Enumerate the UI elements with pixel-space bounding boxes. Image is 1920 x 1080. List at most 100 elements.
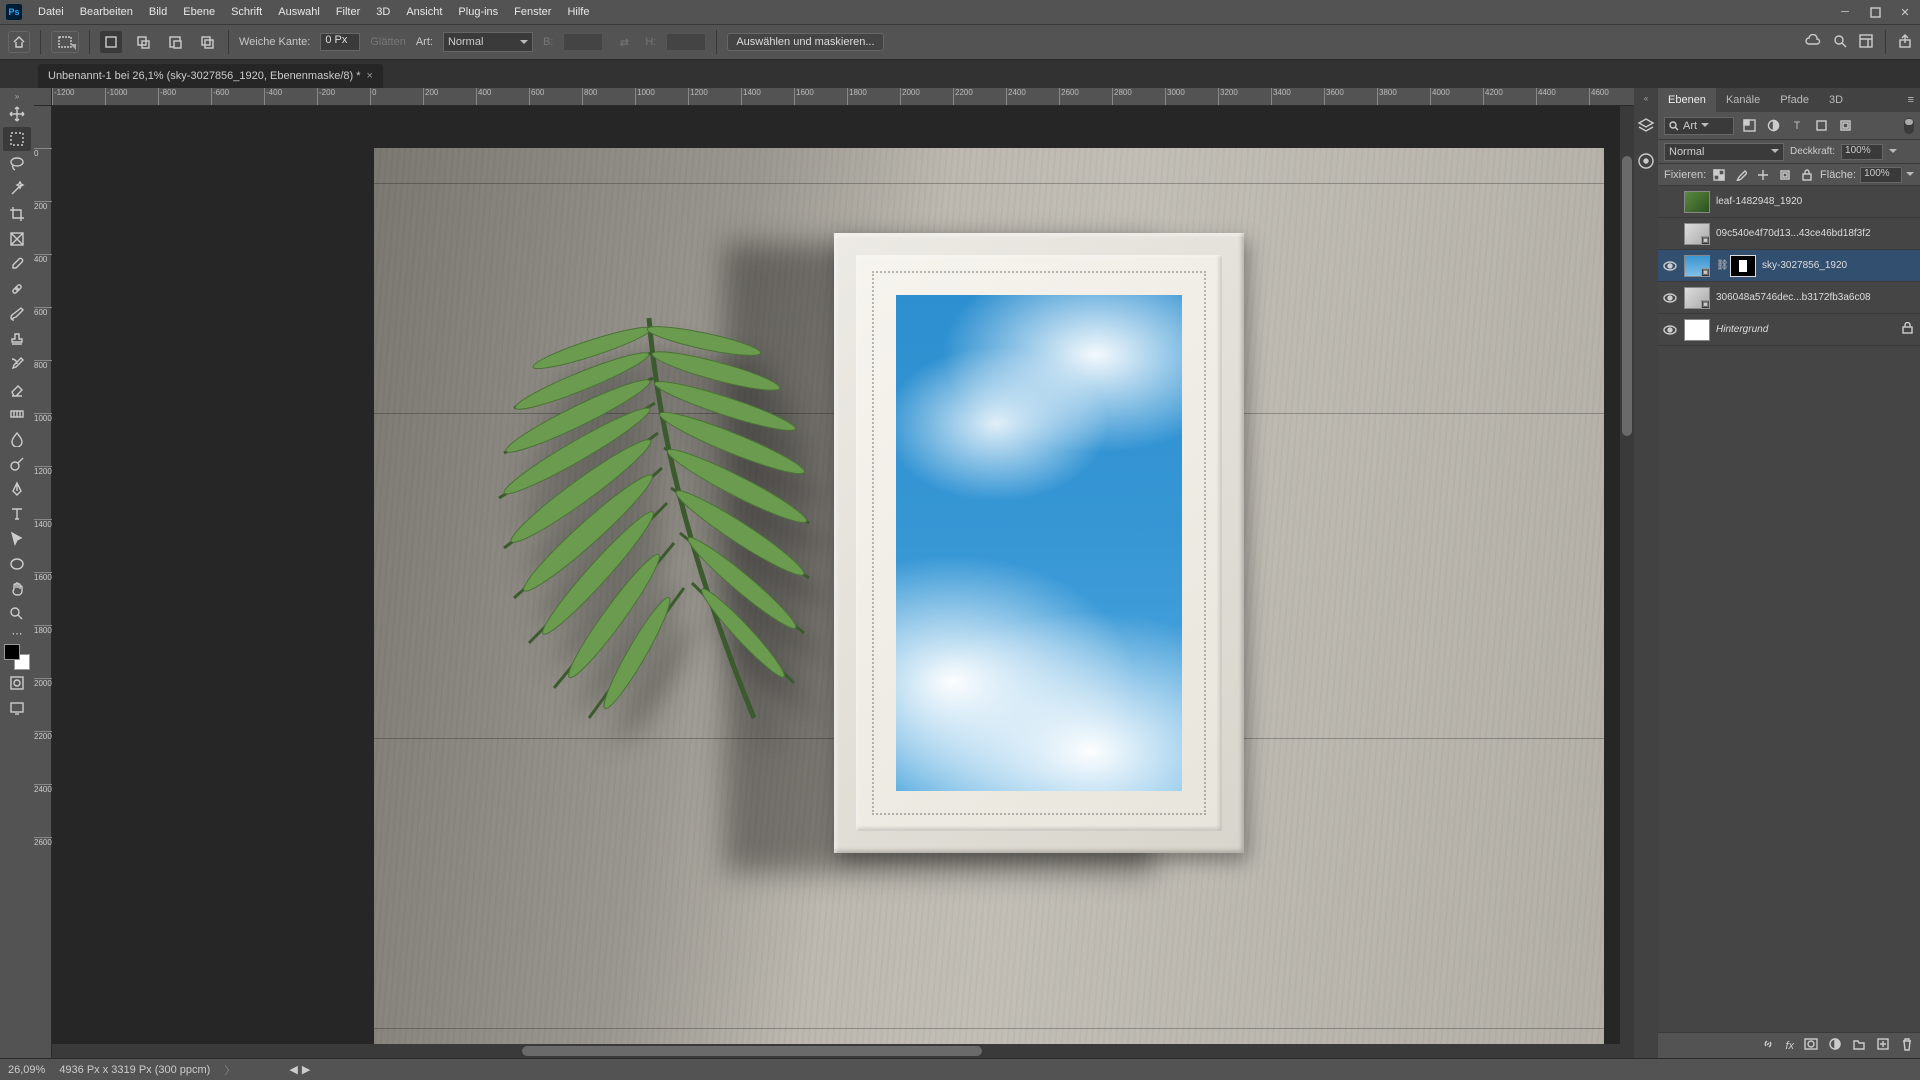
tab-channels[interactable]: Kanäle: [1716, 88, 1770, 112]
lock-position-icon[interactable]: [1754, 166, 1772, 184]
layer-name[interactable]: 09c540e4f70d13...43ce46bd18f3f2: [1716, 228, 1916, 239]
gradient-tool[interactable]: [3, 402, 31, 426]
quickmask-icon[interactable]: [3, 671, 31, 695]
link-layers-icon[interactable]: [1761, 1037, 1775, 1054]
visibility-toggle[interactable]: [1662, 290, 1678, 306]
delete-layer-icon[interactable]: [1900, 1037, 1914, 1054]
sel-subtract-icon[interactable]: [164, 31, 186, 53]
type-tool[interactable]: [3, 502, 31, 526]
feather-input[interactable]: 0 Px: [320, 33, 360, 51]
tool-preset[interactable]: [51, 31, 79, 53]
canvas-area[interactable]: -1200-1000-800-600-400-20002004006008001…: [34, 88, 1634, 1058]
wand-tool[interactable]: [3, 177, 31, 201]
marquee-tool[interactable]: [3, 127, 31, 151]
layer-row[interactable]: ▣⛓sky-3027856_1920: [1658, 250, 1920, 282]
ruler-vertical[interactable]: 0200400600800100012001400160018002000220…: [34, 106, 52, 1058]
menu-file[interactable]: Datei: [30, 6, 72, 18]
brush-tool[interactable]: [3, 302, 31, 326]
menu-view[interactable]: Ansicht: [398, 6, 450, 18]
blend-mode-select[interactable]: Normal: [1664, 143, 1784, 161]
filter-adjust-icon[interactable]: [1764, 117, 1782, 135]
filter-smart-icon[interactable]: [1836, 117, 1854, 135]
lock-image-icon[interactable]: [1732, 166, 1750, 184]
visibility-toggle[interactable]: [1662, 194, 1678, 210]
menu-image[interactable]: Bild: [141, 6, 175, 18]
window-close-icon[interactable]: ✕: [1890, 0, 1920, 24]
layer-thumb[interactable]: ▣: [1684, 255, 1710, 277]
layer-fx-icon[interactable]: fx: [1785, 1040, 1794, 1052]
menu-3d[interactable]: 3D: [368, 6, 398, 18]
chevron-down-icon[interactable]: [1889, 149, 1897, 157]
filter-shape-icon[interactable]: [1812, 117, 1830, 135]
document-canvas[interactable]: [374, 148, 1604, 1048]
layer-thumb[interactable]: ▣: [1684, 287, 1710, 309]
color-icon[interactable]: [1637, 152, 1655, 173]
layer-row[interactable]: leaf-1482948_1920: [1658, 186, 1920, 218]
eyedropper-tool[interactable]: [3, 252, 31, 276]
layer-row[interactable]: ▣ 306048a5746dec...b3172fb3a6c08: [1658, 282, 1920, 314]
chevron-down-icon[interactable]: [1906, 172, 1914, 180]
layer-name[interactable]: leaf-1482948_1920: [1716, 196, 1916, 207]
layer-name[interactable]: sky-3027856_1920: [1762, 260, 1916, 271]
doc-info[interactable]: 4936 Px x 3319 Px (300 ppcm): [59, 1064, 210, 1076]
timeline-prev-icon[interactable]: ◀: [289, 1063, 297, 1076]
screen-mode-icon[interactable]: [3, 696, 31, 720]
refine-edge-button[interactable]: Auswählen und maskieren...: [727, 33, 883, 51]
layer-thumb[interactable]: [1684, 319, 1710, 341]
window-maximize-icon[interactable]: [1860, 0, 1890, 24]
sel-new-icon[interactable]: [100, 31, 122, 53]
move-tool[interactable]: [3, 102, 31, 126]
filter-switch[interactable]: [1904, 118, 1914, 134]
tab-close-icon[interactable]: ×: [367, 70, 373, 82]
tab-layers[interactable]: Ebenen: [1658, 88, 1716, 112]
menu-type[interactable]: Schrift: [223, 6, 270, 18]
hand-tool[interactable]: [3, 577, 31, 601]
layer-name[interactable]: 306048a5746dec...b3172fb3a6c08: [1716, 292, 1916, 303]
lock-artboard-icon[interactable]: [1776, 166, 1794, 184]
crop-tool[interactable]: [3, 202, 31, 226]
menu-select[interactable]: Auswahl: [270, 6, 328, 18]
lock-transparent-icon[interactable]: [1710, 166, 1728, 184]
stamp-tool[interactable]: [3, 327, 31, 351]
dodge-tool[interactable]: [3, 452, 31, 476]
layer-name[interactable]: Hintergrund: [1716, 324, 1896, 335]
path-select-tool[interactable]: [3, 527, 31, 551]
sel-intersect-icon[interactable]: [196, 31, 218, 53]
eraser-tool[interactable]: [3, 377, 31, 401]
panel-menu-icon[interactable]: ≡: [1902, 94, 1920, 106]
layer-mask-icon[interactable]: [1804, 1037, 1818, 1054]
ruler-origin[interactable]: [34, 88, 52, 106]
lasso-tool[interactable]: [3, 152, 31, 176]
menu-help[interactable]: Hilfe: [559, 6, 597, 18]
menu-edit[interactable]: Bearbeiten: [72, 6, 141, 18]
menu-filter[interactable]: Filter: [328, 6, 368, 18]
menu-window[interactable]: Fenster: [506, 6, 559, 18]
layer-thumb[interactable]: [1684, 191, 1710, 213]
filter-type-icon[interactable]: T: [1788, 117, 1806, 135]
share-icon[interactable]: [1898, 34, 1912, 51]
menu-layer[interactable]: Ebene: [175, 6, 223, 18]
visibility-toggle[interactable]: [1662, 258, 1678, 274]
canvas-scroll-vertical[interactable]: [1620, 106, 1634, 1044]
heal-tool[interactable]: [3, 277, 31, 301]
opacity-input[interactable]: 100%: [1841, 144, 1883, 160]
search-icon-opt[interactable]: [1833, 34, 1847, 51]
filter-pixel-icon[interactable]: [1740, 117, 1758, 135]
edit-toolbar[interactable]: ⋯: [3, 627, 31, 639]
workspace-icon[interactable]: [1859, 34, 1873, 51]
zoom-value[interactable]: 26,09%: [8, 1064, 45, 1076]
new-layer-icon[interactable]: [1876, 1037, 1890, 1054]
menu-plugins[interactable]: Plug-ins: [450, 6, 506, 18]
window-minimize-icon[interactable]: ─: [1830, 0, 1860, 24]
layer-mask-thumb[interactable]: [1730, 255, 1756, 277]
tab-paths[interactable]: Pfade: [1770, 88, 1819, 112]
visibility-toggle[interactable]: [1662, 322, 1678, 338]
layer-row[interactable]: Hintergrund: [1658, 314, 1920, 346]
timeline-next-icon[interactable]: ▶: [302, 1063, 310, 1076]
pen-tool[interactable]: [3, 477, 31, 501]
shape-tool[interactable]: [3, 552, 31, 576]
sel-add-icon[interactable]: [132, 31, 154, 53]
history-brush-tool[interactable]: [3, 352, 31, 376]
tab-3d-panel[interactable]: 3D: [1819, 88, 1853, 112]
adjustment-layer-icon[interactable]: [1828, 1037, 1842, 1054]
